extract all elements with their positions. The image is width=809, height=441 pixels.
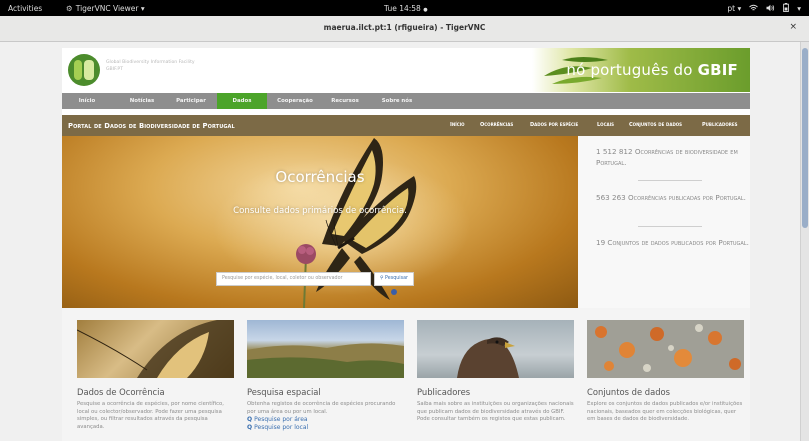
gbif-nav-cooperacao[interactable]: Cooperação [270, 93, 320, 109]
gbif-nav-dados[interactable]: Dados [217, 93, 267, 109]
facility-name: Global Biodiversity Information Facility… [106, 60, 195, 72]
card-title: Pesquisa espacial [247, 387, 321, 397]
portal-title[interactable]: Portal de Dados de Biodiversidade de Por… [68, 122, 235, 130]
gbif-nav-noticias[interactable]: Notícias [117, 93, 167, 109]
gbif-website: Global Biodiversity Information Facility… [62, 48, 750, 441]
magnifier-icon: ⚲ [379, 276, 384, 281]
gear-icon: ⚙ [66, 4, 73, 13]
card-spatial-search[interactable]: Pesquisa espacial Obtenha registos de oc… [247, 320, 404, 432]
gnome-top-bar: Activities ⚙ TigerVNC Viewer ▾ Tue 14:58 … [0, 0, 809, 16]
stat-datasets-published[interactable]: 19 Conjuntos de dados publicados por Por… [596, 237, 756, 248]
card-title: Conjuntos de dados [587, 387, 671, 397]
magnifier-icon: Q [247, 424, 253, 432]
network-icon[interactable] [749, 4, 759, 14]
gbif-logo[interactable] [68, 54, 100, 86]
system-menu-chevron-icon[interactable]: ▾ [797, 4, 801, 13]
portal-nav-conjuntos[interactable]: Conjuntos de dados [629, 122, 682, 128]
scrollbar-thumb[interactable] [802, 48, 808, 228]
close-icon[interactable]: × [789, 22, 797, 32]
system-tray: pt ▾ ▾ [727, 3, 801, 14]
stat-occurrences-published[interactable]: 563 263 Ocorrências publicadas por Portu… [596, 192, 756, 203]
gbif-nav-recursos[interactable]: Recursos [320, 93, 370, 109]
gbif-header: Global Biodiversity Information Facility… [62, 48, 750, 92]
gbif-nav-participar[interactable]: Participar [166, 93, 216, 109]
card-image-butterfly[interactable] [77, 320, 234, 378]
gbif-banner: nó português do GBIF [532, 48, 750, 92]
activities-button[interactable]: Activities [8, 4, 42, 13]
portal-nav-locais[interactable]: Locais [597, 122, 614, 128]
app-menu[interactable]: ⚙ TigerVNC Viewer ▾ [66, 4, 145, 13]
card-occurrence-data[interactable]: Dados de Ocorrência Pesquise a ocorrênci… [77, 320, 234, 431]
gbif-nav-sobre-nos[interactable]: Sobre nós [372, 93, 422, 109]
card-title: Publicadores [417, 387, 471, 397]
banner-text: nó português do GBIF [566, 61, 738, 79]
search-by-area-link[interactable]: Q Pesquise por área [247, 416, 404, 424]
card-image-landscape[interactable] [247, 320, 404, 378]
search-by-place-link[interactable]: Q Pesquise por local [247, 424, 404, 432]
stat-divider [638, 180, 702, 181]
card-description: Saiba mais sobre as instituições ou orga… [417, 401, 574, 423]
hero-banner: Ocorrências Consulte dados primários de … [62, 136, 578, 308]
clock[interactable]: Tue 14:58 ● [384, 4, 428, 13]
vertical-scrollbar[interactable] [800, 42, 809, 441]
gbif-nav-inicio[interactable]: Início [62, 93, 112, 109]
speaker-icon[interactable] [766, 4, 775, 14]
hero-subtitle: Consulte dados primários de ocorrência. [233, 206, 407, 216]
card-publishers[interactable]: Publicadores Saiba mais sobre as institu… [417, 320, 574, 424]
card-image-bird[interactable] [417, 320, 574, 378]
stat-divider [638, 226, 702, 227]
card-title: Dados de Ocorrência [77, 387, 165, 397]
gbif-main-nav: Início Notícias Participar Dados Coopera… [62, 93, 750, 109]
stat-occurrences-portugal[interactable]: 1 512 812 Ocorrências de biodiversidade … [596, 146, 756, 168]
portal-nav-dados-especie[interactable]: Dados por espécie [530, 122, 578, 128]
hero-title: Ocorrências [275, 168, 365, 186]
battery-icon[interactable] [783, 3, 790, 14]
search-button[interactable]: ⚲ Pesquisar [374, 272, 414, 286]
window-title: maerua.ilct.pt:1 (rfigueira) - TigerVNC [323, 23, 486, 32]
card-description: Pesquise a ocorrência de espécies, por n… [77, 401, 224, 430]
keyboard-layout[interactable]: pt ▾ [727, 4, 741, 13]
card-description: Explore os conjuntos de dados publicados… [587, 401, 743, 423]
card-image-lichen[interactable] [587, 320, 744, 378]
portal-nav-publicadores[interactable]: Publicadores [702, 122, 737, 128]
portal-nav-ocorrencias[interactable]: Ocorrências [480, 122, 513, 128]
card-datasets[interactable]: Conjuntos de dados Explore os conjuntos … [587, 320, 744, 424]
feature-cards: Dados de Ocorrência Pesquise a ocorrênci… [62, 308, 750, 441]
chevron-down-icon: ▾ [140, 4, 145, 13]
vnc-viewport[interactable]: Global Biodiversity Information Facility… [0, 42, 809, 441]
portal-nav-inicio[interactable]: Início [450, 122, 465, 128]
magnifier-icon: Q [247, 416, 253, 424]
card-description: Obtenha registos de ocorrência de espéci… [247, 401, 396, 415]
occurrence-search-input[interactable]: Pesquise por espécie, local, coletor ou … [216, 272, 371, 286]
window-titlebar: maerua.ilct.pt:1 (rfigueira) - TigerVNC … [0, 16, 809, 42]
portal-header: Portal de Dados de Biodiversidade de Por… [62, 115, 750, 136]
app-name-label: TigerVNC Viewer [75, 4, 139, 13]
stats-panel: 1 512 812 Ocorrências de biodiversidade … [578, 136, 750, 308]
